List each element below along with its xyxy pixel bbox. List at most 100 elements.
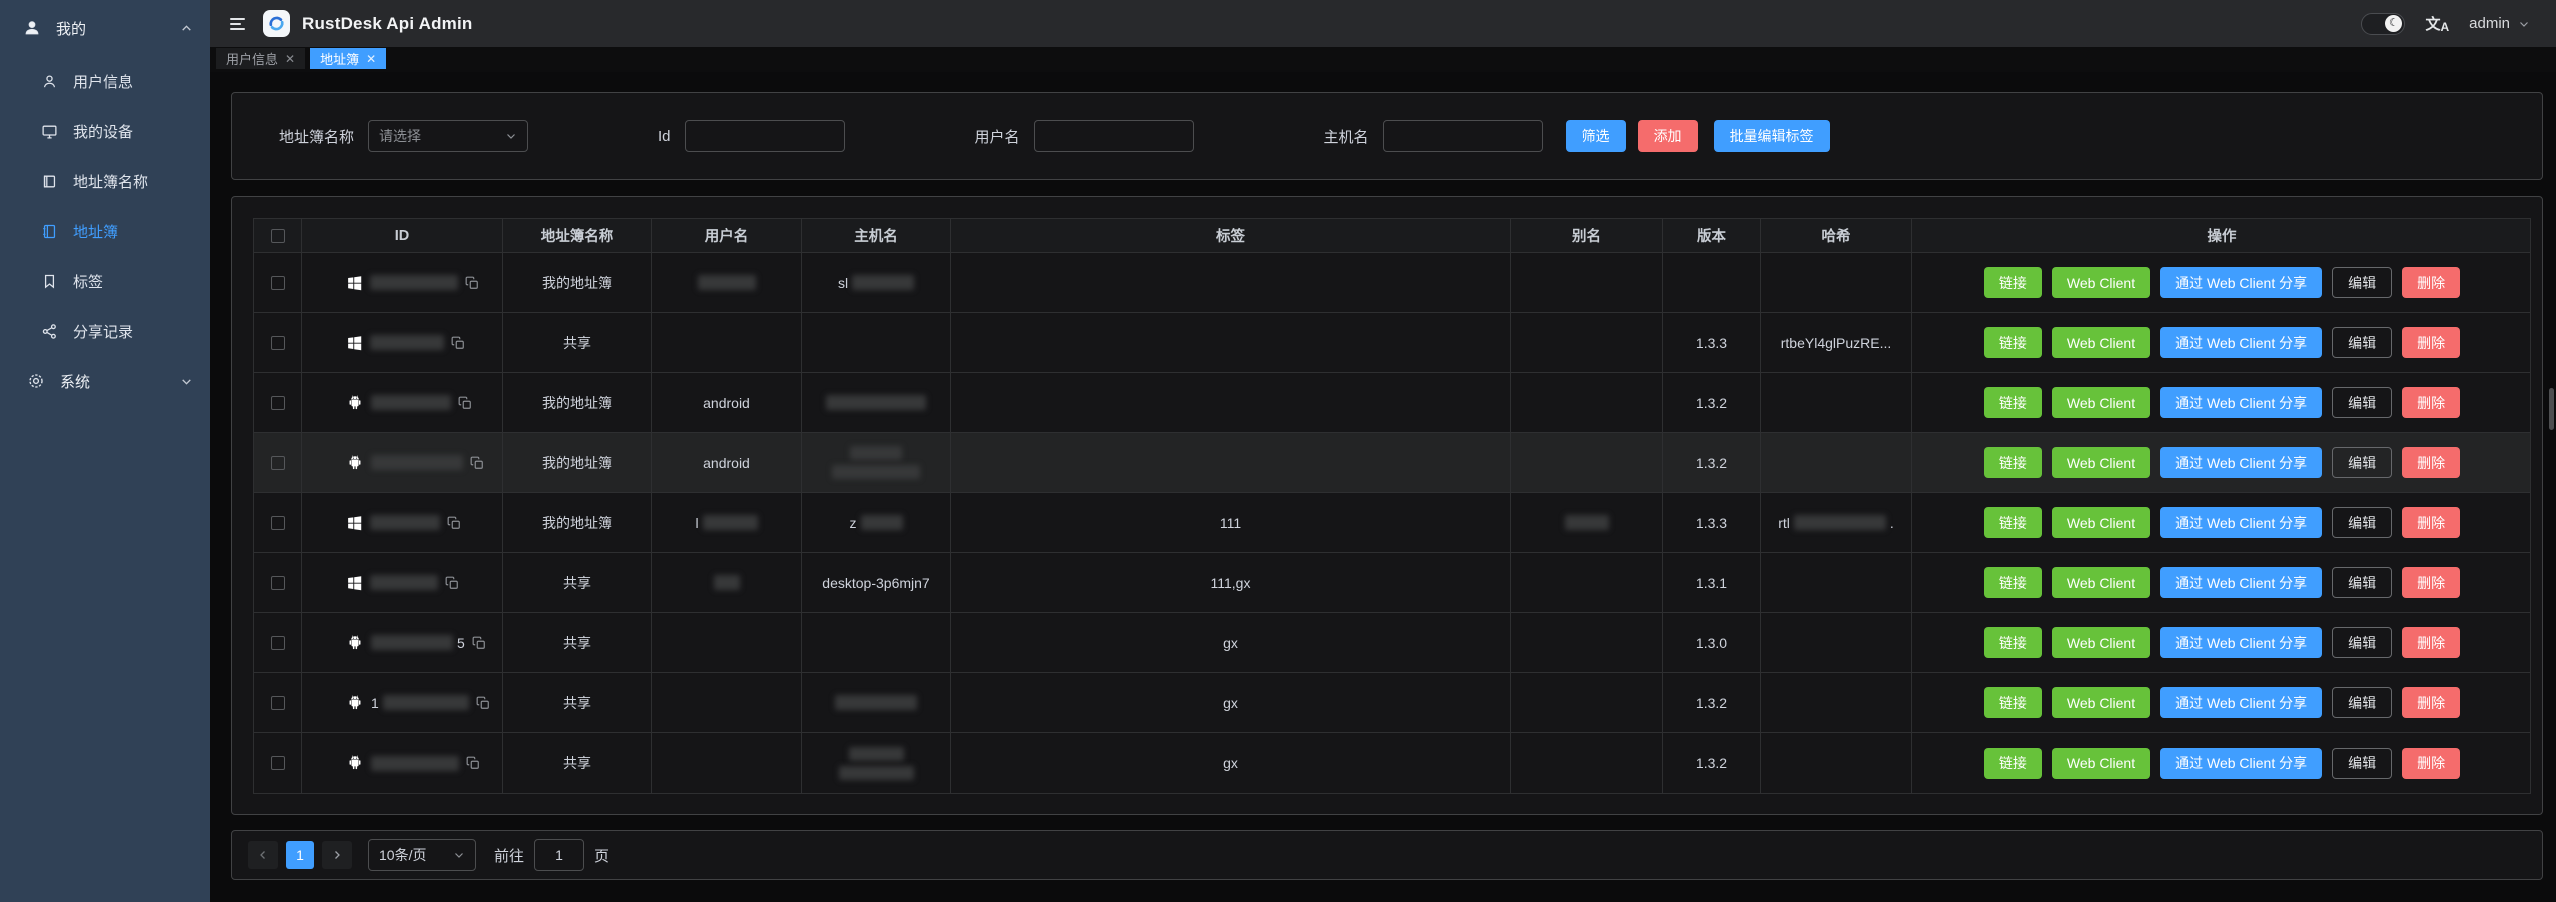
sidebar-item-2[interactable]: 地址簿名称 [0,156,210,206]
sidebar-item-3[interactable]: 地址簿 [0,206,210,256]
delete-button[interactable]: 删除 [2402,267,2460,298]
sidebar-item-1[interactable]: 我的设备 [0,106,210,156]
goto-page-input[interactable] [534,839,584,871]
edit-button[interactable]: 编辑 [2332,507,2392,538]
copy-icon[interactable] [465,276,479,290]
search-button[interactable]: 筛选 [1566,120,1626,152]
link-button[interactable]: 链接 [1984,748,2042,779]
hostname-input[interactable] [1383,120,1543,152]
copy-icon[interactable] [466,756,480,770]
batch-edit-tags-button[interactable]: 批量编辑标签 [1714,120,1830,152]
sidebar-group-mine[interactable]: 我的 [0,0,210,56]
web-client-button[interactable]: Web Client [2052,267,2150,298]
sidebar-item-4[interactable]: 标签 [0,256,210,306]
copy-icon[interactable] [472,636,486,650]
redacted-text [370,335,444,350]
web-client-button[interactable]: Web Client [2052,327,2150,358]
delete-button[interactable]: 删除 [2402,687,2460,718]
web-client-button[interactable]: Web Client [2052,627,2150,658]
row-checkbox[interactable] [271,756,285,770]
row-actions: 链接 Web Client 通过 Web Client 分享编辑删除 [1984,687,2460,718]
web-client-button[interactable]: Web Client [2052,748,2150,779]
edit-button[interactable]: 编辑 [2332,567,2392,598]
link-button[interactable]: 链接 [1984,327,2042,358]
edit-button[interactable]: 编辑 [2332,627,2392,658]
delete-button[interactable]: 删除 [2402,327,2460,358]
link-button[interactable]: 链接 [1984,567,2042,598]
id-input[interactable] [685,120,845,152]
delete-button[interactable]: 删除 [2402,507,2460,538]
link-button[interactable]: 链接 [1984,507,2042,538]
web-client-button[interactable]: Web Client [2052,567,2150,598]
add-button[interactable]: 添加 [1638,120,1698,152]
web-client-button[interactable]: Web Client [2052,507,2150,538]
share-web-client-button[interactable]: 通过 Web Client 分享 [2160,387,2322,418]
web-client-button[interactable]: Web Client [2052,447,2150,478]
page-number-button[interactable]: 1 [286,841,314,869]
copy-icon[interactable] [451,336,465,350]
edit-button[interactable]: 编辑 [2332,327,2392,358]
copy-icon[interactable] [447,516,461,530]
row-checkbox[interactable] [271,276,285,290]
dark-mode-toggle[interactable]: ☾ [2361,13,2405,35]
tab-close-icon[interactable]: ✕ [366,53,376,65]
link-button[interactable]: 链接 [1984,627,2042,658]
sidebar-item-0[interactable]: 用户信息 [0,56,210,106]
select-all-checkbox[interactable] [271,229,285,243]
user-menu[interactable]: admin [2469,15,2530,32]
share-web-client-button[interactable]: 通过 Web Client 分享 [2160,748,2322,779]
scrollbar-thumb[interactable] [2549,388,2554,430]
delete-button[interactable]: 删除 [2402,387,2460,418]
share-web-client-button[interactable]: 通过 Web Client 分享 [2160,627,2322,658]
edit-button[interactable]: 编辑 [2332,748,2392,779]
cell-checkbox [254,733,302,793]
edit-button[interactable]: 编辑 [2332,267,2392,298]
cell-address-book-name: 我的地址簿 [503,373,652,432]
sidebar-item-system[interactable]: 系统 [0,356,210,406]
edit-button[interactable]: 编辑 [2332,687,2392,718]
copy-icon[interactable] [458,396,472,410]
link-button[interactable]: 链接 [1984,447,2042,478]
row-checkbox[interactable] [271,336,285,350]
share-web-client-button[interactable]: 通过 Web Client 分享 [2160,507,2322,538]
row-checkbox[interactable] [271,576,285,590]
delete-button[interactable]: 删除 [2402,627,2460,658]
delete-button[interactable]: 删除 [2402,447,2460,478]
share-web-client-button[interactable]: 通过 Web Client 分享 [2160,567,2322,598]
next-page-button[interactable] [322,841,352,869]
share-web-client-button[interactable]: 通过 Web Client 分享 [2160,327,2322,358]
row-checkbox[interactable] [271,516,285,530]
link-button[interactable]: 链接 [1984,267,2042,298]
username-input[interactable] [1034,120,1194,152]
link-button[interactable]: 链接 [1984,687,2042,718]
copy-icon[interactable] [445,576,459,590]
cell-actions: 链接 Web Client 通过 Web Client 分享编辑删除 [1912,553,2532,612]
copy-icon[interactable] [470,456,484,470]
link-button[interactable]: 链接 [1984,387,2042,418]
share-web-client-button[interactable]: 通过 Web Client 分享 [2160,687,2322,718]
page-size-select[interactable]: 10条/页 [368,839,476,871]
sidebar-item-5[interactable]: 分享记录 [0,306,210,356]
language-icon[interactable]: 文A [2425,13,2449,34]
tab-close-icon[interactable]: ✕ [285,53,295,65]
row-checkbox[interactable] [271,396,285,410]
tab-0[interactable]: 用户信息✕ [216,48,305,69]
collapse-menu-icon[interactable] [226,14,249,34]
copy-icon[interactable] [476,696,490,710]
row-checkbox[interactable] [271,696,285,710]
delete-button[interactable]: 删除 [2402,567,2460,598]
delete-button[interactable]: 删除 [2402,748,2460,779]
cell-actions: 链接 Web Client 通过 Web Client 分享编辑删除 [1912,613,2532,672]
web-client-button[interactable]: Web Client [2052,387,2150,418]
prev-page-button[interactable] [248,841,278,869]
tab-1[interactable]: 地址簿✕ [310,48,386,69]
row-checkbox[interactable] [271,636,285,650]
web-client-button[interactable]: Web Client [2052,687,2150,718]
share-web-client-button[interactable]: 通过 Web Client 分享 [2160,447,2322,478]
address-book-select[interactable]: 请选择 [368,120,528,152]
share-web-client-button[interactable]: 通过 Web Client 分享 [2160,267,2322,298]
edit-button[interactable]: 编辑 [2332,387,2392,418]
cell-hash [1761,673,1912,732]
row-checkbox[interactable] [271,456,285,470]
edit-button[interactable]: 编辑 [2332,447,2392,478]
